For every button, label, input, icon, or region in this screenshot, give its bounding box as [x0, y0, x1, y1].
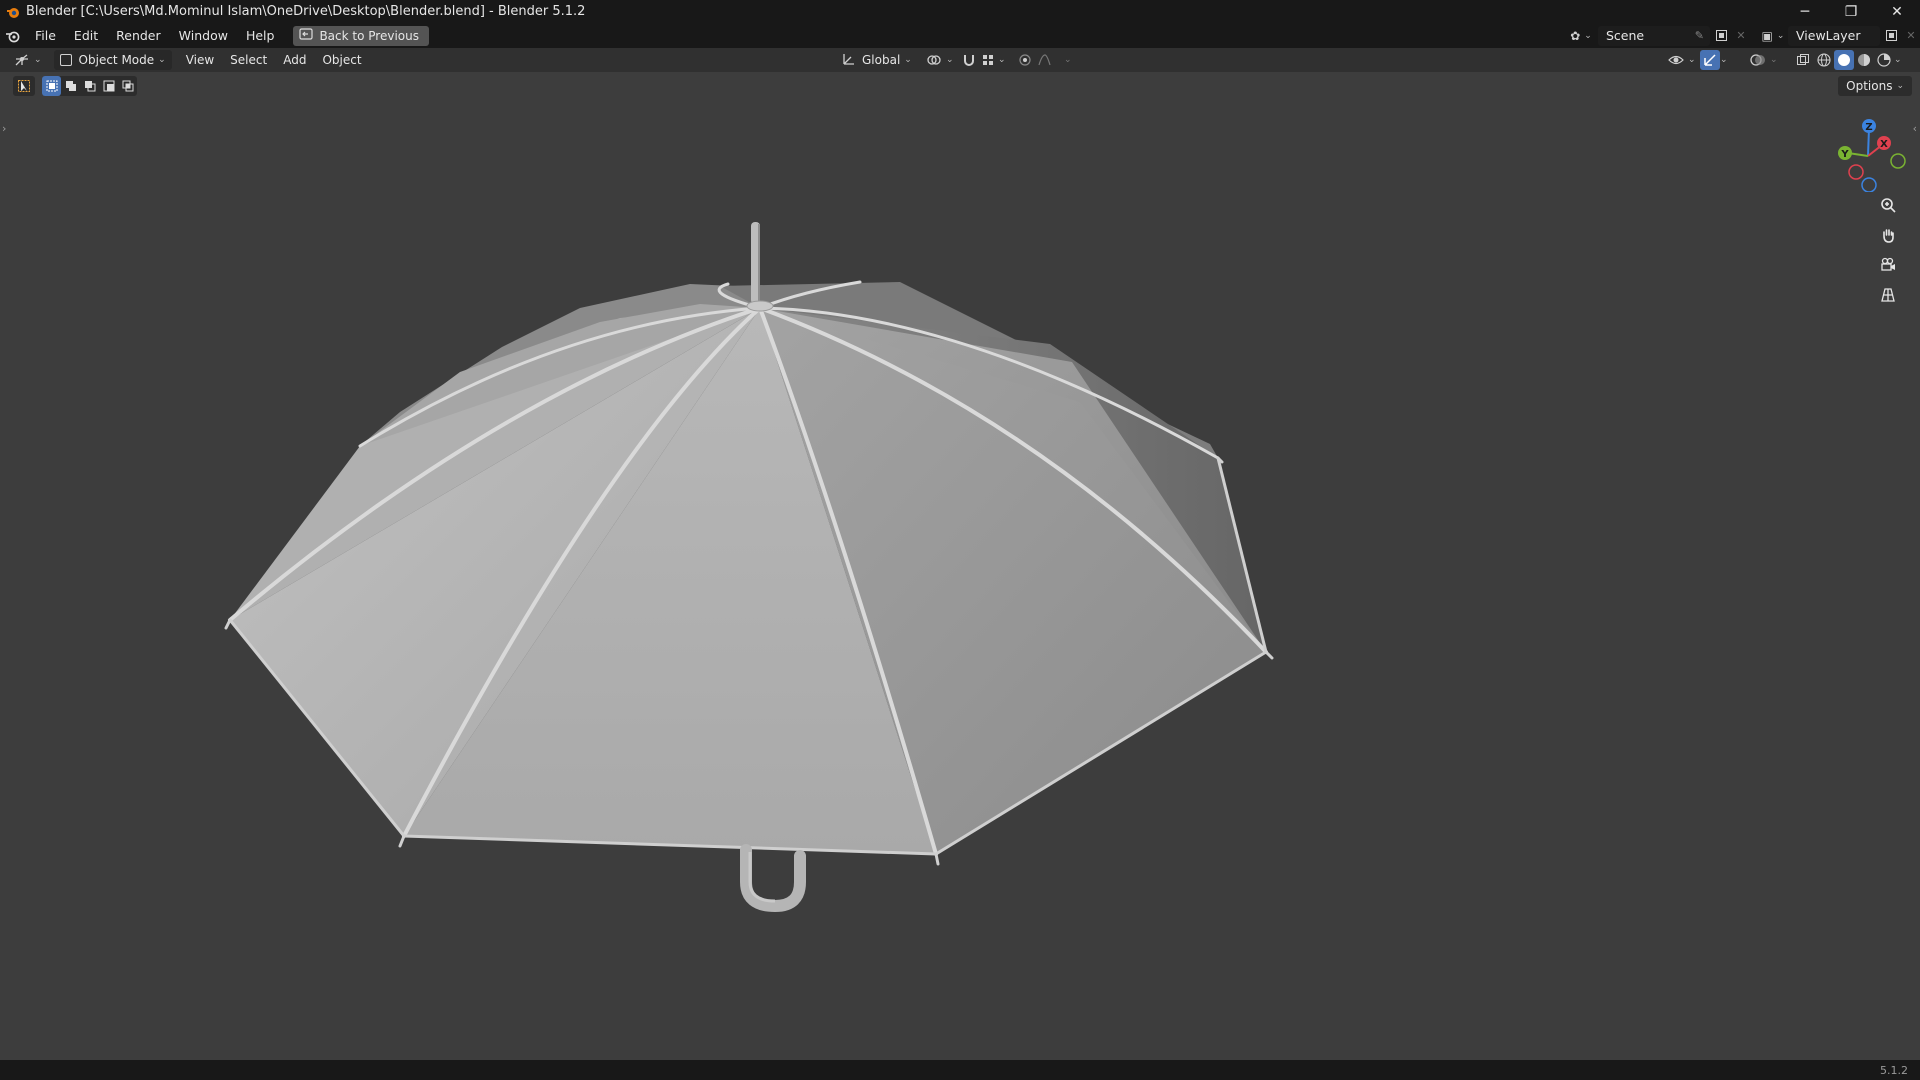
umbrella-model — [224, 222, 1274, 913]
select-invert-icon[interactable] — [99, 76, 118, 96]
scene-name: Scene — [1606, 28, 1645, 43]
window-title: Blender [C:\Users\Md.Mominul Islam\OneDr… — [26, 4, 586, 19]
wireframe-shading-icon[interactable] — [1814, 50, 1834, 70]
menu-add[interactable]: Add — [277, 50, 312, 70]
options-dropdown[interactable]: Options ⌄ — [1838, 76, 1912, 96]
gizmo-toggle-icon[interactable] — [1700, 50, 1720, 70]
material-preview-icon[interactable] — [1854, 50, 1874, 70]
pan-hand-icon[interactable] — [1880, 227, 1906, 253]
3d-viewport[interactable]: X Y Z › ‹ — [0, 72, 1920, 1060]
menu-render[interactable]: Render — [107, 25, 170, 47]
select-subtract-icon[interactable] — [80, 76, 99, 96]
orientation-label: Global — [862, 53, 901, 67]
mode-dropdown[interactable]: Object Mode ⌄ — [53, 50, 172, 70]
remove-viewlayer-icon[interactable]: ✕ — [1902, 29, 1920, 42]
rendered-shading-icon[interactable] — [1874, 50, 1894, 70]
tool-settings-row: Options ⌄ — [0, 72, 1920, 102]
scene-name-field[interactable]: Scene ✎ — [1598, 25, 1710, 46]
editor-type-icon[interactable]: ⌄ — [8, 50, 48, 70]
snap-target-icon[interactable]: ⌄ — [976, 50, 1012, 70]
gizmo-y-label: Y — [1840, 149, 1849, 160]
back-arrow-icon — [299, 28, 314, 43]
menu-object[interactable]: Object — [316, 50, 367, 70]
blender-logo-icon — [6, 5, 20, 19]
selection-mode-group — [42, 76, 137, 96]
select-intersect-icon[interactable] — [118, 76, 137, 96]
menu-file[interactable]: File — [26, 25, 65, 47]
menu-view[interactable]: View — [180, 50, 220, 70]
navigation-gizmo[interactable]: X Y Z — [1828, 112, 1908, 192]
umbrella-crown — [746, 300, 774, 312]
mode-label: Object Mode — [78, 53, 155, 67]
title-bar: Blender [C:\Users\Md.Mominul Islam\OneDr… — [0, 0, 1920, 23]
blender-menu-icon[interactable] — [0, 29, 26, 43]
gizmo-neg-y-icon — [1890, 153, 1906, 169]
umbrella-handle — [740, 844, 806, 913]
back-to-previous-button[interactable]: Back to Previous — [293, 25, 429, 46]
gizmo-z-label: Z — [1865, 122, 1872, 133]
new-viewlayer-icon[interactable] — [1880, 29, 1902, 42]
back-to-previous-label: Back to Previous — [319, 28, 419, 43]
gizmo-neg-x-icon — [1848, 164, 1864, 180]
menu-window[interactable]: Window — [170, 25, 237, 47]
select-extend-icon[interactable] — [61, 76, 80, 96]
overlays-toggle-icon[interactable]: ⌄ — [1744, 50, 1784, 70]
menu-help[interactable]: Help — [237, 25, 284, 47]
object-mode-icon — [59, 54, 72, 66]
gizmo-neg-z-icon — [1861, 177, 1877, 192]
select-new-icon[interactable] — [42, 76, 61, 96]
camera-view-icon[interactable] — [1880, 257, 1906, 283]
object-visibility-icon[interactable]: ⌄ — [1662, 50, 1702, 70]
top-menu-bar: File Edit Render Window Help Back to Pre… — [0, 23, 1920, 48]
pivot-point-icon[interactable]: ⌄ — [920, 50, 960, 70]
zoom-icon[interactable] — [1880, 197, 1906, 223]
options-label: Options — [1846, 79, 1893, 93]
viewport-header: ⌄ Object Mode ⌄ View Select Add Object G… — [0, 48, 1920, 72]
status-bar: 5.1.2 — [0, 1060, 1920, 1080]
menu-edit[interactable]: Edit — [65, 25, 107, 47]
gizmo-dropdown-icon[interactable]: ⌄ — [1718, 50, 1730, 70]
sidebar-expand-arrow-icon[interactable]: ‹ — [1913, 122, 1917, 135]
transform-orientation-dropdown[interactable]: Global ⌄ — [836, 50, 918, 70]
pin-icon[interactable]: ✎ — [1695, 29, 1704, 42]
scene-selector-area: ✿ ⌄ Scene ✎ ✕ ▣ ⌄ ViewLayer ✕ — [1566, 23, 1920, 48]
viewlayer-browse-icon[interactable]: ▣ ⌄ — [1758, 29, 1788, 43]
select-tool-icon[interactable] — [13, 76, 35, 96]
gizmo-x-label: X — [1880, 139, 1888, 150]
orientation-icon — [842, 52, 856, 69]
viewlayer-name-field[interactable]: ViewLayer — [1788, 25, 1880, 46]
toolbar-expand-arrow-icon[interactable]: › — [2, 122, 6, 135]
remove-scene-icon[interactable]: ✕ — [1732, 29, 1750, 42]
xray-toggle-icon[interactable] — [1790, 50, 1816, 70]
restore-button[interactable]: ❐ — [1828, 0, 1874, 23]
version-label: 5.1.2 — [1880, 1063, 1908, 1077]
minimize-button[interactable]: ─ — [1782, 0, 1828, 23]
falloff-icon[interactable]: ⌄ — [1032, 50, 1078, 70]
perspective-toggle-icon[interactable] — [1880, 287, 1906, 313]
scene-browse-icon[interactable]: ✿ ⌄ — [1566, 29, 1596, 43]
menu-select[interactable]: Select — [224, 50, 273, 70]
viewlayer-name: ViewLayer — [1796, 28, 1861, 43]
solid-shading-icon[interactable] — [1834, 50, 1854, 70]
close-button[interactable]: ✕ — [1874, 0, 1920, 23]
new-scene-icon[interactable] — [1710, 29, 1732, 42]
shading-options-dropdown[interactable]: ⌄ — [1892, 50, 1904, 70]
